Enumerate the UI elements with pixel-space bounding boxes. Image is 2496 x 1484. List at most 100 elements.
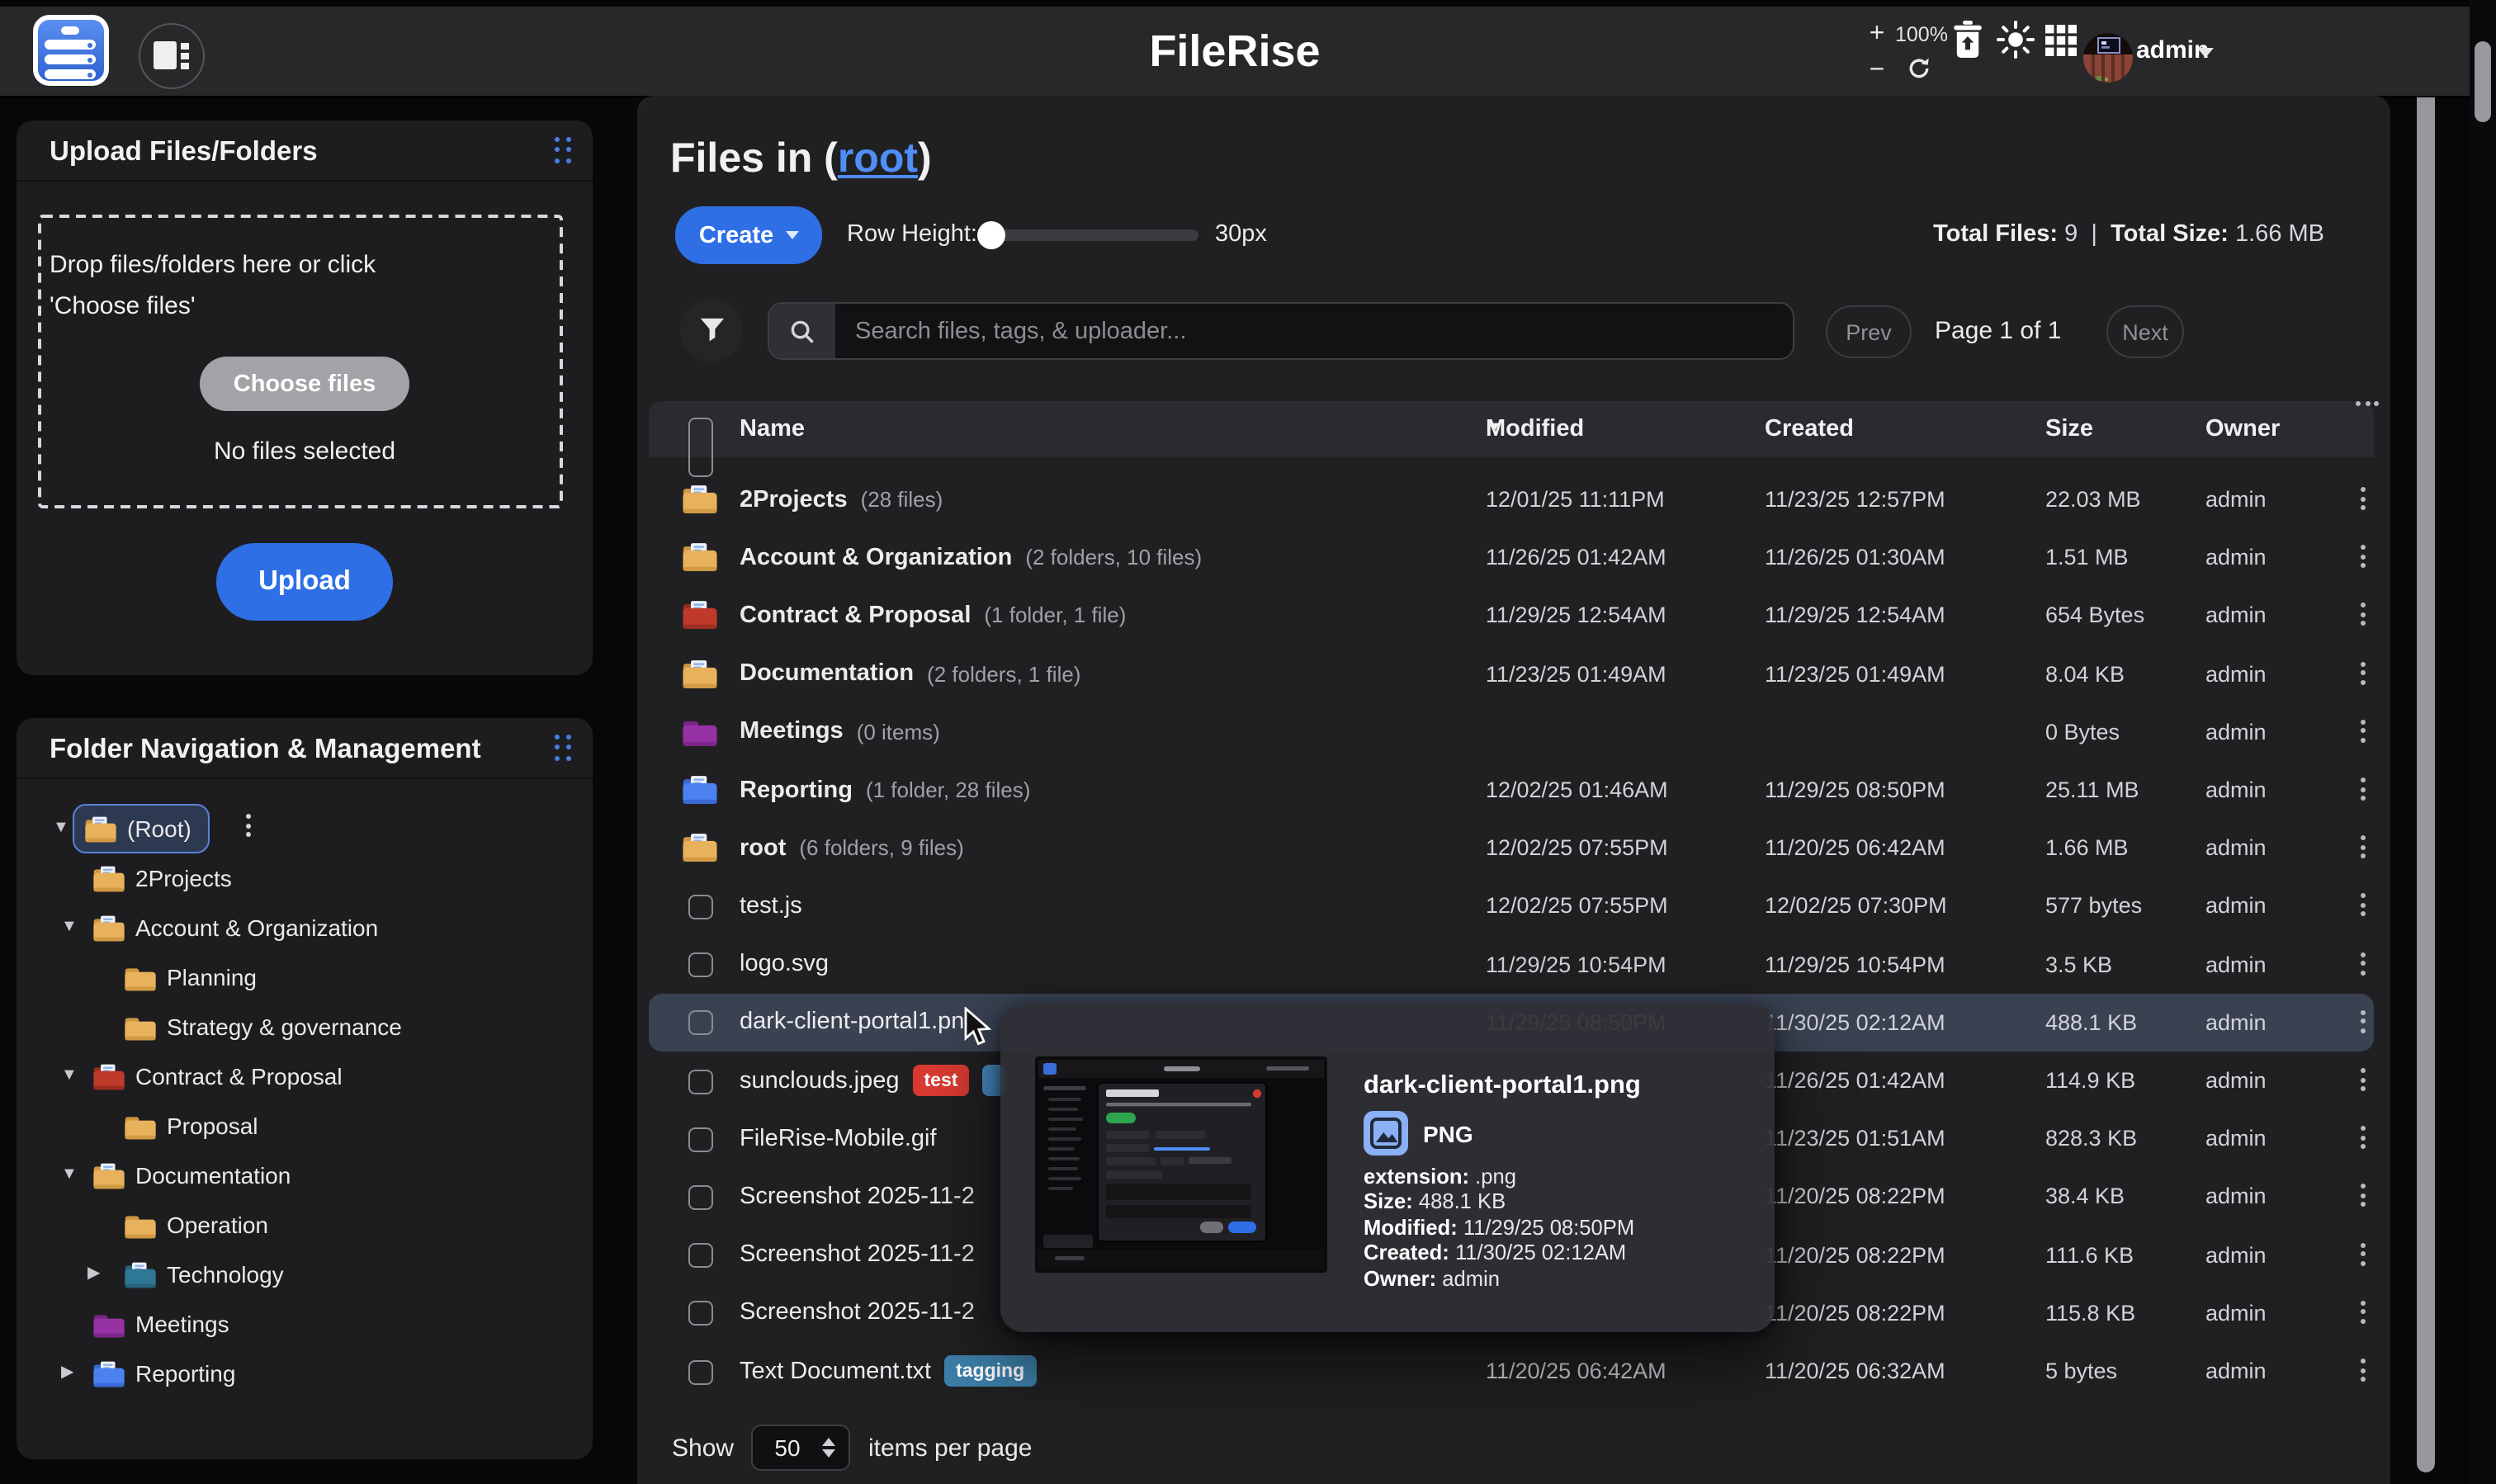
row-menu-icon[interactable] bbox=[2356, 545, 2369, 568]
tree-item-reporting[interactable]: ▶ Reporting bbox=[17, 1349, 593, 1398]
row-name[interactable]: Account & Organization bbox=[740, 545, 1012, 571]
table-row[interactable]: test.js12/02/25 07:55PM12/02/25 07:30PM5… bbox=[649, 877, 2374, 935]
row-name[interactable]: Meetings bbox=[740, 719, 844, 745]
tree-item-menu-icon[interactable] bbox=[238, 814, 258, 837]
tree-caret-icon[interactable]: ▼ bbox=[53, 804, 69, 853]
tree-item-meetings[interactable]: Meetings bbox=[17, 1299, 593, 1349]
table-row[interactable]: 2Projects(28 files)12/01/25 11:11PM11/23… bbox=[649, 470, 2374, 528]
tree-item-account-organization[interactable]: ▼ Account & Organization bbox=[17, 903, 593, 952]
items-per-page-select[interactable]: 50 bbox=[751, 1425, 850, 1471]
row-name[interactable]: logo.svg bbox=[740, 951, 829, 977]
row-menu-icon[interactable] bbox=[2356, 1359, 2369, 1382]
row-checkbox[interactable] bbox=[688, 1302, 713, 1326]
row-name[interactable]: Documentation bbox=[740, 660, 914, 687]
file-tag[interactable]: test bbox=[913, 1065, 970, 1096]
tree-caret-icon[interactable]: ▶ bbox=[61, 1349, 73, 1398]
table-row[interactable]: Documentation(2 folders, 1 file)11/23/25… bbox=[649, 645, 2374, 702]
row-checkbox[interactable] bbox=[688, 1185, 713, 1210]
row-checkbox[interactable] bbox=[688, 1359, 713, 1384]
table-row[interactable]: Meetings(0 items)0 Bytesadmin bbox=[649, 703, 2374, 761]
row-name[interactable]: test.js bbox=[740, 893, 802, 919]
tree-item-root[interactable]: ▼ (Root) bbox=[17, 804, 593, 853]
row-menu-icon[interactable] bbox=[2356, 1068, 2369, 1091]
tree-item-content[interactable]: 2Projects bbox=[92, 855, 232, 901]
row-menu-icon[interactable] bbox=[2356, 487, 2369, 510]
row-menu-icon[interactable] bbox=[2356, 1010, 2369, 1033]
tree-item-content[interactable]: Account & Organization bbox=[92, 905, 378, 951]
zoom-in-button[interactable]: + bbox=[1865, 21, 1889, 48]
row-menu-icon[interactable] bbox=[2356, 1242, 2369, 1265]
tree-item-content[interactable]: Strategy & governance bbox=[124, 1004, 402, 1050]
drag-handle-icon[interactable] bbox=[555, 137, 573, 163]
tree-item-technology[interactable]: ▶ Technology bbox=[17, 1250, 593, 1299]
row-menu-icon[interactable] bbox=[2356, 603, 2369, 626]
row-menu-icon[interactable] bbox=[2356, 1301, 2369, 1324]
page-scrollbar-thumb[interactable] bbox=[2475, 41, 2491, 122]
tree-caret-icon[interactable]: ▶ bbox=[87, 1250, 100, 1299]
row-menu-icon[interactable] bbox=[2356, 1126, 2369, 1149]
tree-item-content[interactable]: Contract & Proposal bbox=[92, 1053, 343, 1099]
tree-item-content[interactable]: Reporting bbox=[92, 1350, 235, 1397]
tree-item-content[interactable]: Documentation bbox=[92, 1152, 291, 1198]
tree-item-contract-proposal[interactable]: ▼ Contract & Proposal bbox=[17, 1052, 593, 1101]
row-name[interactable]: Screenshot 2025-11-2 bbox=[740, 1241, 975, 1268]
table-row[interactable]: root(6 folders, 9 files)12/02/25 07:55PM… bbox=[649, 819, 2374, 877]
row-name[interactable]: Contract & Proposal bbox=[740, 603, 971, 629]
apps-grid-button[interactable] bbox=[2045, 25, 2077, 56]
row-name[interactable]: Text Document.txt bbox=[740, 1358, 931, 1384]
row-name[interactable]: root bbox=[740, 835, 786, 862]
table-row[interactable]: Account & Organization(2 folders, 10 fil… bbox=[649, 528, 2374, 586]
row-checkbox[interactable] bbox=[688, 1127, 713, 1151]
row-name[interactable]: sunclouds.jpeg bbox=[740, 1067, 900, 1094]
tree-caret-icon[interactable]: ▼ bbox=[61, 1052, 78, 1101]
table-row[interactable]: Contract & Proposal(1 folder, 1 file)11/… bbox=[649, 587, 2374, 645]
choose-files-button[interactable]: Choose files bbox=[200, 357, 409, 411]
tree-item-content[interactable]: Meetings bbox=[92, 1301, 229, 1347]
tree-item-content[interactable]: Operation bbox=[124, 1202, 268, 1248]
tree-item-documentation[interactable]: ▼ Documentation bbox=[17, 1151, 593, 1200]
tree-caret-icon[interactable]: ▼ bbox=[61, 1151, 78, 1200]
file-tag[interactable]: tagging bbox=[944, 1355, 1036, 1387]
row-name[interactable]: Screenshot 2025-11-2 bbox=[740, 1300, 975, 1326]
page-scrollbar-track[interactable] bbox=[2470, 0, 2496, 1484]
drag-handle-icon[interactable] bbox=[555, 735, 573, 761]
tree-item-content[interactable]: (Root) bbox=[73, 804, 210, 853]
table-row[interactable]: Reporting(1 folder, 28 files)12/02/25 01… bbox=[649, 761, 2374, 819]
upload-button[interactable]: Upload bbox=[216, 543, 393, 621]
row-checkbox[interactable] bbox=[688, 952, 713, 977]
theme-toggle-button[interactable] bbox=[1996, 20, 2035, 59]
row-checkbox[interactable] bbox=[688, 1069, 713, 1094]
tree-item-content[interactable]: Planning bbox=[124, 954, 257, 1000]
row-name[interactable]: FileRise-Mobile.gif bbox=[740, 1126, 937, 1152]
trash-restore-button[interactable] bbox=[1950, 18, 1986, 61]
tree-item-content[interactable]: Technology bbox=[124, 1251, 284, 1297]
row-menu-icon[interactable] bbox=[2356, 1184, 2369, 1208]
row-menu-icon[interactable] bbox=[2356, 835, 2369, 858]
zoom-out-button[interactable]: − bbox=[1865, 58, 1889, 84]
table-row[interactable]: Text Document.txttagging11/20/25 06:42AM… bbox=[649, 1342, 2374, 1400]
row-name[interactable]: Reporting bbox=[740, 777, 853, 803]
tree-item-strategy-governance[interactable]: Strategy & governance bbox=[17, 1002, 593, 1052]
row-menu-icon[interactable] bbox=[2356, 952, 2369, 975]
content-scrollbar-thumb[interactable] bbox=[2417, 10, 2435, 1472]
tree-item-operation[interactable]: Operation bbox=[17, 1200, 593, 1250]
row-menu-icon[interactable] bbox=[2356, 661, 2369, 684]
row-menu-icon[interactable] bbox=[2356, 777, 2369, 801]
tree-item-content[interactable]: Proposal bbox=[124, 1103, 258, 1149]
tree-caret-icon[interactable]: ▼ bbox=[61, 903, 78, 952]
row-menu-icon[interactable] bbox=[2356, 720, 2369, 743]
row-name[interactable]: 2Projects bbox=[740, 486, 848, 513]
row-checkbox[interactable] bbox=[688, 1243, 713, 1268]
row-name[interactable]: dark-client-portal1.png bbox=[740, 1009, 978, 1036]
avatar[interactable] bbox=[2083, 33, 2133, 83]
row-checkbox[interactable] bbox=[688, 1011, 713, 1036]
tree-item-proposal[interactable]: Proposal bbox=[17, 1101, 593, 1151]
tree-item-2projects[interactable]: 2Projects bbox=[17, 853, 593, 903]
table-row[interactable]: logo.svg11/29/25 10:54PM11/29/25 10:54PM… bbox=[649, 935, 2374, 993]
row-checkbox[interactable] bbox=[688, 895, 713, 919]
row-name[interactable]: Screenshot 2025-11-2 bbox=[740, 1184, 975, 1210]
row-menu-icon[interactable] bbox=[2356, 894, 2369, 917]
tree-item-planning[interactable]: Planning bbox=[17, 952, 593, 1002]
refresh-button[interactable] bbox=[1903, 53, 1933, 83]
user-menu-caret-icon[interactable] bbox=[2196, 46, 2215, 59]
